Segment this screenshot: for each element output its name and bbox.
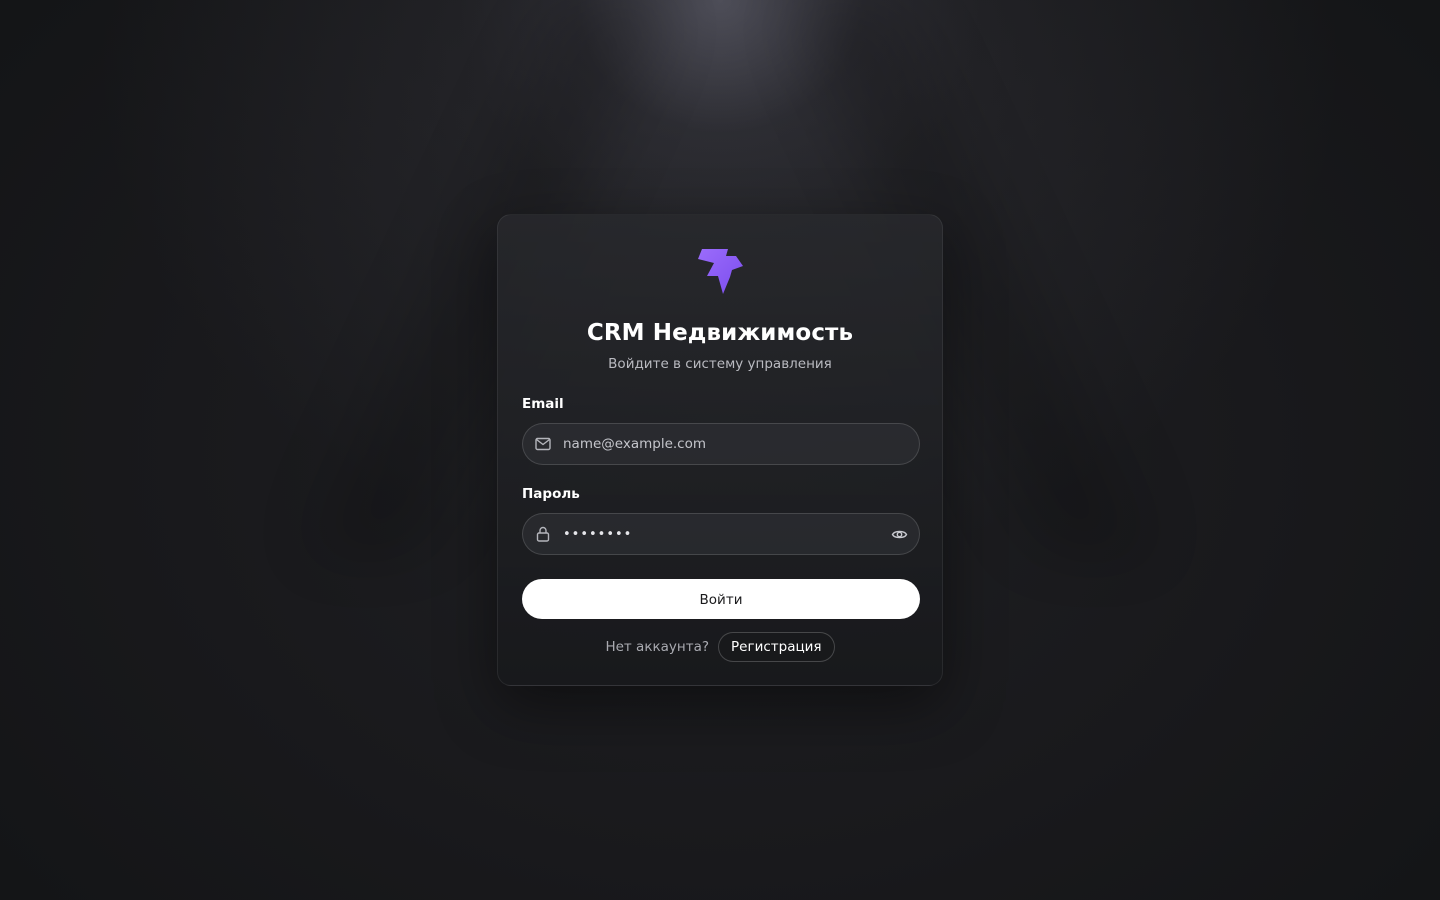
password-field[interactable]	[522, 513, 920, 555]
password-input[interactable]	[563, 514, 873, 554]
lock-icon	[534, 525, 552, 543]
page-title: CRM Недвижимость	[586, 320, 854, 346]
password-label: Пароль	[522, 486, 580, 502]
register-button[interactable]: Регистрация	[718, 632, 835, 662]
email-input[interactable]	[563, 424, 873, 464]
page-subtitle: Войдите в систему управления	[608, 356, 832, 372]
lightning-bolt-icon	[696, 246, 746, 296]
eye-icon[interactable]	[891, 526, 908, 543]
mail-icon	[534, 435, 552, 453]
register-prompt: Нет аккаунта? Регистрация	[498, 631, 942, 663]
no-account-text: Нет аккаунта?	[605, 639, 710, 655]
login-button[interactable]: Войти	[522, 579, 920, 619]
login-card: CRM Недвижимость Войдите в систему управ…	[497, 214, 943, 686]
email-field[interactable]	[522, 423, 920, 465]
email-label: Email	[522, 396, 564, 412]
